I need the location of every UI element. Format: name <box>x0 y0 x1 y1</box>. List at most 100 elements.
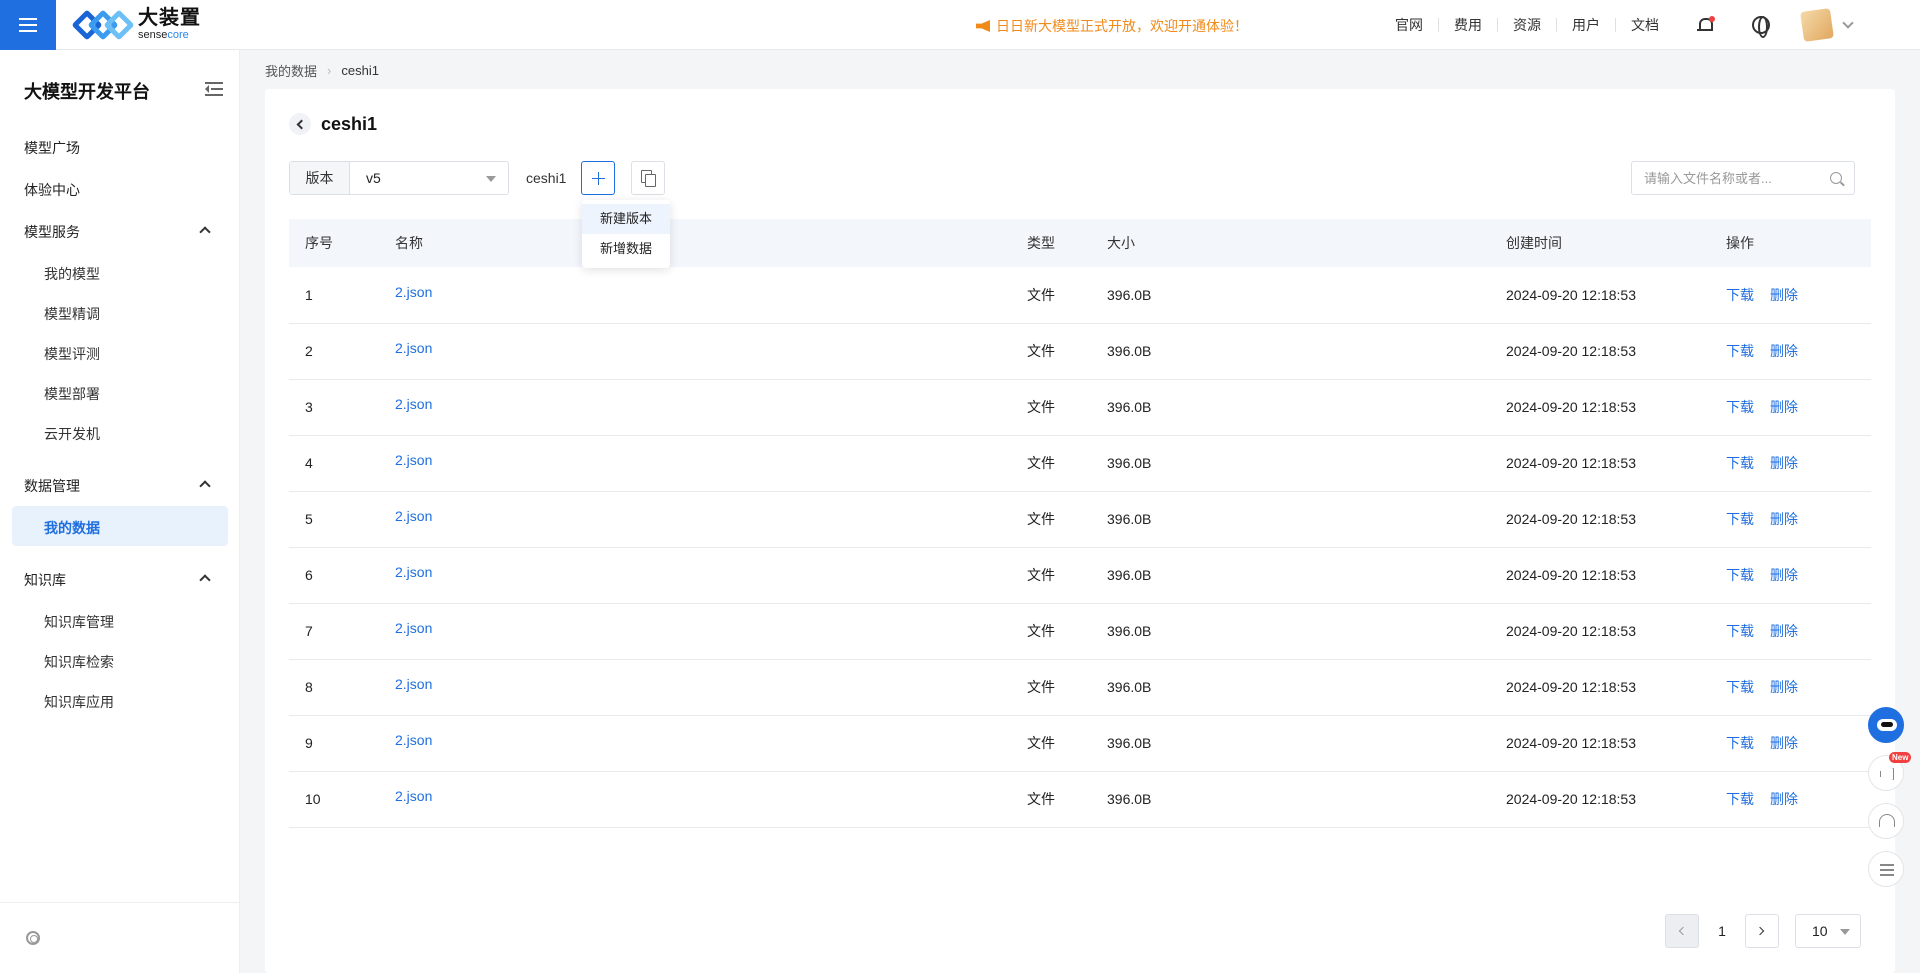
cell-size: 396.0B <box>1107 679 1152 695</box>
sidebar-group-data-mgmt[interactable]: 数据管理 <box>24 476 80 496</box>
cell-type: 文件 <box>1027 399 1055 415</box>
brand-name: 大装置 <box>138 7 201 29</box>
sidebar-item-deploy[interactable]: 模型部署 <box>44 384 100 404</box>
announcement-icon[interactable]: New <box>1868 752 1912 791</box>
delete-link[interactable]: 删除 <box>1770 791 1798 807</box>
cell-type: 文件 <box>1027 791 1055 807</box>
cell-type: 文件 <box>1027 679 1055 695</box>
download-link[interactable]: 下载 <box>1726 511 1754 527</box>
next-page-button[interactable] <box>1745 914 1779 948</box>
col-header-ops: 操作 <box>1726 235 1754 251</box>
file-link[interactable]: 2.json <box>395 340 432 356</box>
menu-item-new-version[interactable]: 新建版本 <box>582 204 670 234</box>
cell-size: 396.0B <box>1107 399 1152 415</box>
cell-created: 2024-09-20 12:18:53 <box>1506 735 1636 751</box>
file-link[interactable]: 2.json <box>395 620 432 636</box>
page-size-select[interactable]: 10 <box>1795 914 1861 948</box>
sidebar-item-kb-manage[interactable]: 知识库管理 <box>44 612 114 632</box>
sidebar-item-model-square[interactable]: 模型广场 <box>24 138 80 158</box>
download-link[interactable]: 下载 <box>1726 399 1754 415</box>
nav-resources[interactable]: 资源 <box>1498 18 1557 32</box>
list-menu-icon[interactable] <box>1868 851 1904 887</box>
notification-dot <box>1709 16 1715 22</box>
breadcrumb-root[interactable]: 我的数据 <box>265 61 317 80</box>
sidebar-item-cloud-dev[interactable]: 云开发机 <box>44 424 100 444</box>
download-link[interactable]: 下载 <box>1726 287 1754 303</box>
sidebar-item-my-data[interactable]: 我的数据 <box>12 506 228 546</box>
delete-link[interactable]: 删除 <box>1770 735 1798 751</box>
cell-type: 文件 <box>1027 343 1055 359</box>
sidebar-group-kb[interactable]: 知识库 <box>24 570 66 590</box>
current-page[interactable]: 1 <box>1699 923 1745 939</box>
delete-link[interactable]: 删除 <box>1770 679 1798 695</box>
sidebar-item-finetune[interactable]: 模型精调 <box>44 304 100 324</box>
file-link[interactable]: 2.json <box>395 564 432 580</box>
nav-billing[interactable]: 费用 <box>1439 18 1498 32</box>
sidebar-item-kb-search[interactable]: 知识库检索 <box>44 652 114 672</box>
copy-icon[interactable] <box>631 161 665 195</box>
download-link[interactable]: 下载 <box>1726 791 1754 807</box>
add-button[interactable] <box>581 161 615 195</box>
menu-icon[interactable] <box>0 0 56 50</box>
download-link[interactable]: 下载 <box>1726 343 1754 359</box>
cell-size: 396.0B <box>1107 791 1152 807</box>
download-link[interactable]: 下载 <box>1726 623 1754 639</box>
nav-docs[interactable]: 文档 <box>1616 18 1674 32</box>
cell-type: 文件 <box>1027 511 1055 527</box>
delete-link[interactable]: 删除 <box>1770 623 1798 639</box>
assistant-robot-icon[interactable] <box>1868 707 1904 743</box>
version-select[interactable]: v5 <box>350 162 508 194</box>
menu-item-add-data[interactable]: 新增数据 <box>582 234 670 264</box>
delete-link[interactable]: 删除 <box>1770 455 1798 471</box>
logo[interactable]: 大装置 sensecore <box>71 7 201 42</box>
main-card: ceshi1 版本 v5 ceshi1 新建版本 新增数据 序号 名称 类型 大… <box>265 89 1895 973</box>
caret-down-icon <box>1840 929 1850 935</box>
avatar[interactable] <box>1800 8 1834 42</box>
cell-index: 8 <box>305 679 313 695</box>
file-link[interactable]: 2.json <box>395 452 432 468</box>
download-link[interactable]: 下载 <box>1726 455 1754 471</box>
bell-icon[interactable] <box>1696 16 1715 34</box>
chevron-up-icon[interactable] <box>199 226 211 238</box>
delete-link[interactable]: 删除 <box>1770 511 1798 527</box>
headset-icon[interactable] <box>1868 803 1904 839</box>
table-row: 3 2.json 文件 396.0B 2024-09-20 12:18:53 下载 删除 <box>289 379 1871 435</box>
chevron-up-icon[interactable] <box>199 480 211 492</box>
file-link[interactable]: 2.json <box>395 396 432 412</box>
search-box <box>1631 161 1855 195</box>
file-link[interactable]: 2.json <box>395 788 432 804</box>
cell-index: 10 <box>305 791 321 807</box>
announcement-banner[interactable]: 日日新大模型正式开放，欢迎开通体验！ <box>976 16 1248 36</box>
file-link[interactable]: 2.json <box>395 732 432 748</box>
download-link[interactable]: 下载 <box>1726 735 1754 751</box>
globe-icon[interactable] <box>1752 16 1770 38</box>
sidebar-item-evaluate[interactable]: 模型评测 <box>44 344 100 364</box>
search-icon[interactable] <box>1830 172 1842 184</box>
sidebar-item-my-models[interactable]: 我的模型 <box>44 264 100 284</box>
chevron-down-icon[interactable] <box>1842 17 1854 29</box>
table-row: 9 2.json 文件 396.0B 2024-09-20 12:18:53 下载 删除 <box>289 715 1871 771</box>
prev-page-button[interactable] <box>1665 914 1699 948</box>
chevron-up-icon[interactable] <box>199 574 211 586</box>
version-selector: 版本 v5 <box>289 161 509 195</box>
file-link[interactable]: 2.json <box>395 508 432 524</box>
nav-users[interactable]: 用户 <box>1557 18 1616 32</box>
cell-index: 3 <box>305 399 313 415</box>
delete-link[interactable]: 删除 <box>1770 567 1798 583</box>
file-link[interactable]: 2.json <box>395 284 432 300</box>
gear-icon[interactable] <box>26 931 40 945</box>
cell-index: 9 <box>305 735 313 751</box>
sidebar-item-kb-apply[interactable]: 知识库应用 <box>44 692 114 712</box>
sidebar-item-experience[interactable]: 体验中心 <box>24 180 80 200</box>
delete-link[interactable]: 删除 <box>1770 399 1798 415</box>
download-link[interactable]: 下载 <box>1726 567 1754 583</box>
nav-official-site[interactable]: 官网 <box>1380 18 1439 32</box>
search-input[interactable] <box>1632 162 1812 194</box>
file-link[interactable]: 2.json <box>395 676 432 692</box>
download-link[interactable]: 下载 <box>1726 679 1754 695</box>
back-icon[interactable] <box>289 113 311 135</box>
sidebar-group-model-service[interactable]: 模型服务 <box>24 222 80 242</box>
collapse-sidebar-icon[interactable] <box>205 82 223 96</box>
delete-link[interactable]: 删除 <box>1770 287 1798 303</box>
delete-link[interactable]: 删除 <box>1770 343 1798 359</box>
